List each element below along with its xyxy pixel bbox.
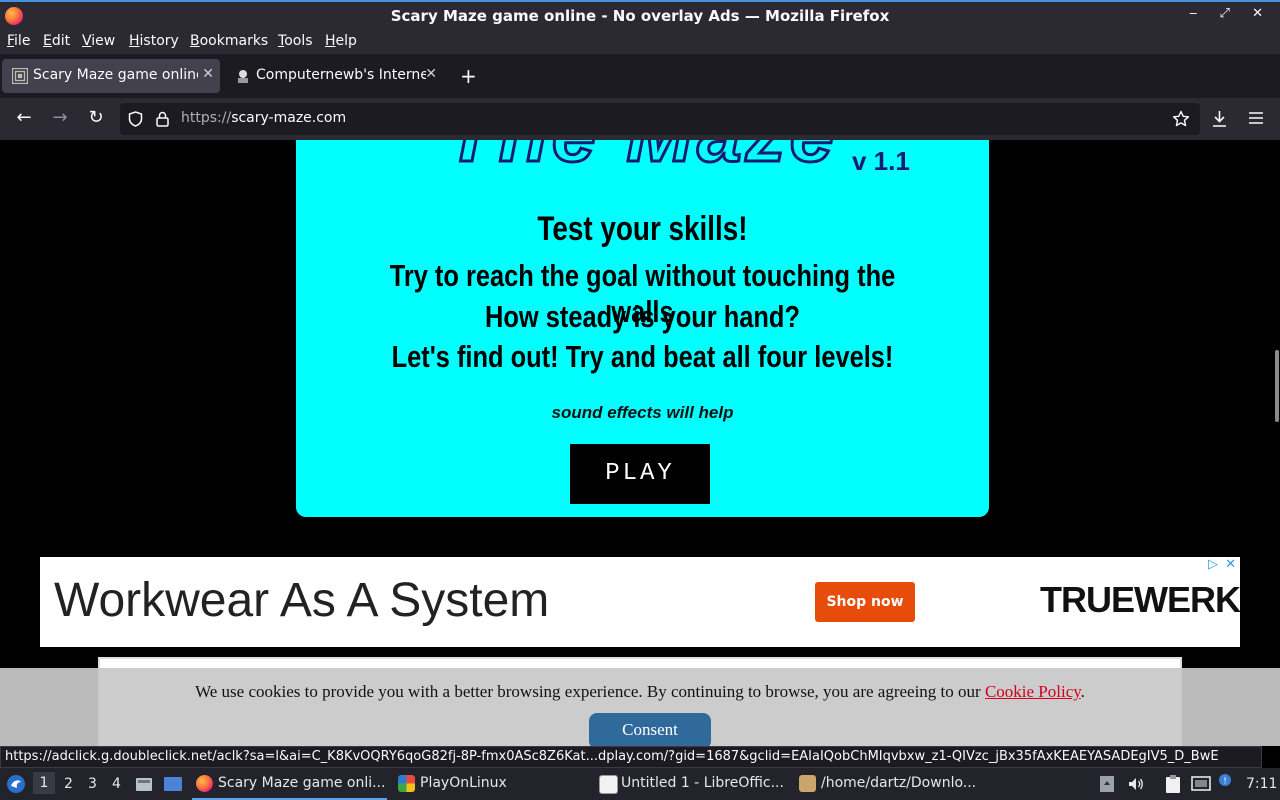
task-libreoffice[interactable]: Untitled 1 - LibreOffic... — [595, 770, 790, 798]
playonlinux-icon — [398, 775, 415, 792]
menu-help[interactable]: Help — [325, 33, 357, 49]
folder-icon — [799, 775, 816, 792]
hamburger-menu-icon[interactable] — [1248, 111, 1264, 125]
maze-favicon-icon — [12, 68, 28, 84]
start-menu-icon[interactable] — [6, 774, 26, 794]
updates-tray-icon[interactable] — [1099, 775, 1115, 793]
notification-icon[interactable]: ! — [1217, 773, 1233, 793]
close-tab-icon[interactable]: ✕ — [425, 66, 437, 82]
workspace-2[interactable]: 2 — [64, 776, 73, 792]
status-bar: https://adclick.g.doubleclick.net/aclk?s… — [0, 746, 1262, 768]
game-challenge: Let's find out! Try and beat all four le… — [391, 339, 894, 374]
close-tab-icon[interactable]: ✕ — [202, 66, 214, 82]
shield-icon[interactable] — [128, 111, 143, 127]
url-scheme: https:// — [181, 110, 232, 126]
window-controls[interactable]: ‒ ⤢ ✕ — [1189, 6, 1272, 21]
url-bar[interactable]: https://scary-maze.com — [120, 103, 1200, 135]
task-file-manager[interactable]: /home/dartz/Downlo... — [795, 770, 990, 798]
workspace-4[interactable]: 4 — [112, 776, 121, 792]
clock[interactable]: 7:11 — [1246, 776, 1277, 792]
task-label: PlayOnLinux — [420, 775, 507, 791]
cookie-banner: We use cookies to provide you with a bet… — [0, 668, 1280, 746]
forward-button[interactable]: → — [48, 107, 72, 128]
menu-tools[interactable]: Tools — [278, 33, 313, 49]
lock-icon[interactable] — [156, 111, 169, 127]
ad-brand-logo[interactable]: TRUEWERK — [1040, 579, 1241, 621]
adchoices-icon[interactable]: ▷ — [1208, 557, 1218, 572]
menu-edit[interactable]: Edit — [43, 33, 70, 49]
menu-view[interactable]: View — [82, 33, 115, 49]
menu-bookmarks[interactable]: Bookmarks — [190, 33, 268, 49]
cookie-message: We use cookies to provide you with a bet… — [0, 682, 1280, 702]
bookmark-star-icon[interactable] — [1172, 110, 1190, 128]
ad-close-icon[interactable]: ✕ — [1225, 557, 1236, 572]
back-button[interactable]: ← — [12, 107, 36, 128]
taskbar: 1 2 3 4 Scary Maze game onli... PlayOnLi… — [0, 768, 1280, 800]
tab-computernewb[interactable]: Computernewb's Internet ✕ — [225, 59, 443, 93]
cookie-text: We use cookies to provide you with a bet… — [195, 682, 981, 701]
downloads-icon[interactable] — [1211, 110, 1228, 128]
game-title: The Maze — [444, 140, 838, 180]
svg-text:!: ! — [1223, 777, 1227, 787]
advertisement-banner[interactable]: Workwear As A System Shop now TRUEWERK ▷… — [40, 557, 1241, 647]
cookie-policy-link[interactable]: Cookie Policy — [985, 682, 1081, 701]
computernewb-favicon-icon — [238, 70, 248, 83]
clipboard-icon[interactable] — [1163, 774, 1183, 794]
menu-history[interactable]: History — [129, 33, 179, 49]
game-question: How steady is your hand? — [485, 299, 800, 334]
game-heading: Test your skills! — [537, 210, 748, 248]
firefox-icon — [196, 775, 213, 792]
ad-headline[interactable]: Workwear As A System — [54, 573, 549, 628]
shop-now-button[interactable]: Shop now — [815, 582, 915, 622]
menu-file[interactable]: File — [7, 33, 30, 49]
cookie-period: . — [1080, 682, 1085, 701]
url-host: scary-maze.com — [231, 110, 347, 126]
maze-game-panel[interactable]: The Maze v 1.1 Test your skills! Try to … — [296, 140, 989, 517]
workspace-1[interactable]: 1 — [33, 772, 55, 794]
page-content: The Maze v 1.1 Test your skills! Try to … — [0, 140, 1280, 746]
document-icon — [599, 775, 618, 794]
network-icon[interactable] — [1190, 775, 1212, 793]
new-tab-button[interactable]: + — [460, 64, 477, 88]
reload-button[interactable]: ↻ — [84, 107, 108, 128]
task-playonlinux[interactable]: PlayOnLinux — [394, 770, 589, 798]
url-text[interactable]: https://scary-maze.com — [181, 110, 346, 126]
task-firefox[interactable]: Scary Maze game onli... — [192, 770, 387, 800]
navigation-bar: ← → ↻ https://scary-maze.com — [0, 98, 1280, 140]
file-manager-icon[interactable] — [135, 775, 153, 793]
game-version: v 1.1 — [852, 146, 910, 176]
volume-icon[interactable] — [1127, 775, 1145, 793]
menu-bar: File Edit View History Bookmarks Tools H… — [0, 30, 1280, 54]
scrollbar[interactable] — [1275, 350, 1279, 422]
task-label: Scary Maze game onli... — [218, 775, 386, 791]
sound-note: sound effects will help — [551, 403, 734, 422]
tab-bar: Scary Maze game online - No overlay Ads … — [0, 54, 1280, 98]
window-title: Scary Maze game online - No overlay Ads … — [390, 7, 890, 25]
consent-button[interactable]: Consent — [589, 713, 711, 746]
play-button[interactable]: PLAY — [570, 444, 710, 504]
tab-label: Scary Maze game online - No overlay Ads — [33, 67, 198, 83]
status-url: https://adclick.g.doubleclick.net/aclk?s… — [5, 749, 1219, 764]
task-label: Untitled 1 - LibreOffic... — [621, 775, 784, 791]
task-label: /home/dartz/Downlo... — [821, 775, 977, 791]
tab-scary-maze[interactable]: Scary Maze game online - No overlay Ads … — [2, 59, 220, 93]
workspace-3[interactable]: 3 — [88, 776, 97, 792]
show-desktop-icon[interactable] — [163, 775, 183, 793]
tab-label: Computernewb's Internet — [256, 67, 426, 83]
window-titlebar: Scary Maze game online - No overlay Ads … — [0, 0, 1280, 30]
